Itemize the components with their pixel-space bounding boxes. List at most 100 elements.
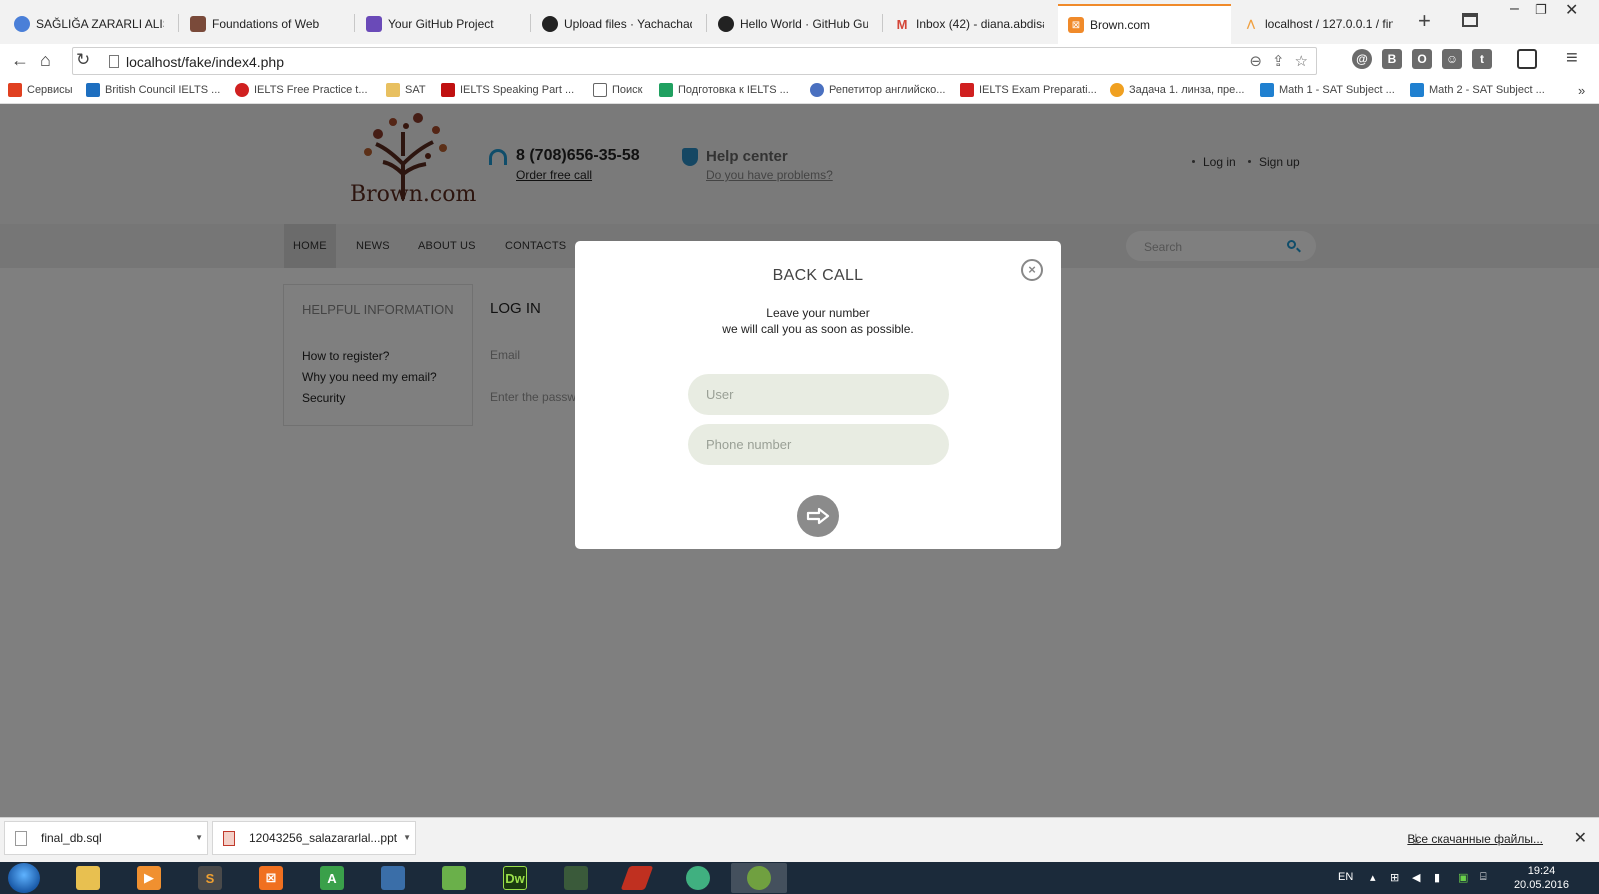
menu-icon[interactable]: ≡ bbox=[1566, 48, 1578, 68]
phone-field[interactable] bbox=[688, 424, 949, 465]
reload-icon[interactable]: ↻ bbox=[76, 50, 90, 70]
network-icon[interactable]: ⌸ bbox=[1480, 871, 1487, 884]
user-field[interactable] bbox=[688, 374, 949, 415]
taskbar-dreamweaver[interactable]: Dw bbox=[487, 863, 543, 893]
bookmark-item[interactable]: Сервисы bbox=[8, 83, 73, 97]
file-icon bbox=[15, 830, 27, 846]
taskbar-sublime[interactable]: S bbox=[182, 863, 238, 893]
home-icon[interactable]: ⌂ bbox=[40, 50, 51, 70]
feather-icon bbox=[620, 866, 654, 890]
taskbar-a-app[interactable]: A bbox=[304, 863, 360, 893]
bookmark-item[interactable]: Math 1 - SAT Subject ... bbox=[1260, 83, 1395, 97]
chat-icon[interactable] bbox=[1517, 49, 1537, 69]
system-clock[interactable]: 19:24 20.05.2016 bbox=[1514, 864, 1569, 892]
bookmark-favicon-icon bbox=[86, 83, 100, 97]
person-icon bbox=[190, 16, 206, 32]
minimize-icon[interactable]: – bbox=[1510, 0, 1519, 20]
bookmark-item[interactable]: Поиск bbox=[593, 83, 642, 97]
github-icon bbox=[542, 16, 558, 32]
taskbar-atom[interactable] bbox=[670, 863, 726, 893]
media-player-icon: ▶ bbox=[137, 866, 161, 890]
tab-5[interactable]: M Inbox (42) - diana.abdisa bbox=[884, 4, 1054, 44]
bookmarks-bar: Сервисы British Council IELTS ... IELTS … bbox=[0, 78, 1599, 104]
taskbar-android-studio[interactable] bbox=[731, 863, 787, 893]
bookmark-label: IELTS Speaking Part ... bbox=[460, 84, 575, 96]
bookmark-favicon-icon bbox=[810, 83, 824, 97]
battery-icon[interactable]: ▣ bbox=[1458, 871, 1468, 884]
new-tab-plus-icon[interactable]: + bbox=[1418, 10, 1431, 32]
signal-icon[interactable]: ▮ bbox=[1434, 871, 1440, 884]
back-call-modal: × BACK CALL Leave your number we will ca… bbox=[575, 241, 1061, 549]
chevron-down-icon[interactable]: ▼ bbox=[403, 833, 411, 842]
bookmark-favicon-icon bbox=[441, 83, 455, 97]
b-extension-icon[interactable]: B bbox=[1382, 49, 1402, 69]
volume-icon[interactable]: ◀ bbox=[1412, 871, 1420, 884]
web-page: Brown.com 8 (708)656-35-58 Order free ca… bbox=[0, 104, 1599, 817]
taskbar-python[interactable] bbox=[365, 863, 421, 893]
download-item[interactable]: final_db.sql ▼ bbox=[4, 821, 208, 855]
back-arrow-icon[interactable]: ← bbox=[11, 50, 29, 70]
bookmark-item[interactable]: IELTS Exam Preparati... bbox=[960, 83, 1097, 97]
tray-up-arrow-icon[interactable]: ▴ bbox=[1370, 871, 1376, 884]
bookmark-item[interactable]: IELTS Speaking Part ... bbox=[441, 83, 574, 97]
more-bookmarks-icon[interactable]: » bbox=[1578, 83, 1585, 98]
tab-2[interactable]: Your GitHub Project bbox=[356, 4, 526, 44]
bookmark-item[interactable]: Math 2 - SAT Subject ... bbox=[1410, 83, 1545, 97]
tab-divider bbox=[354, 14, 355, 32]
ppt-file-icon bbox=[223, 830, 235, 846]
bookmark-favicon-icon bbox=[386, 83, 400, 97]
windows-flag-icon[interactable]: ⊞ bbox=[1390, 871, 1399, 884]
tab-1[interactable]: Foundations of Web bbox=[180, 4, 350, 44]
tab-0[interactable]: SAĞLIĞA ZARARLI ALIŞKA bbox=[4, 4, 174, 44]
language-indicator[interactable]: EN bbox=[1338, 871, 1353, 883]
notepad-icon bbox=[442, 866, 466, 890]
bookmark-label: Репетитор английско... bbox=[829, 84, 946, 96]
tab-divider bbox=[882, 14, 883, 32]
start-button[interactable] bbox=[8, 863, 40, 893]
tab-list-icon[interactable] bbox=[1462, 13, 1478, 27]
windows-taskbar: ▶ S ⊠ A Dw EN ▴ ⊞ ◀ ▮ ▣ ⌸ 19:24 20.05.20… bbox=[0, 862, 1599, 894]
taskbar-feather[interactable] bbox=[609, 863, 665, 893]
close-window-icon[interactable]: ✕ bbox=[1565, 0, 1578, 20]
bookmark-item[interactable]: IELTS Free Practice t... bbox=[235, 83, 368, 97]
tab-6-active[interactable]: ⊠ Brown.com bbox=[1058, 4, 1231, 44]
bookmark-item[interactable]: Подготовка к IELTS ... bbox=[659, 83, 789, 97]
tab-3[interactable]: Upload files · Yachachadi bbox=[532, 4, 702, 44]
face-extension-icon[interactable]: ☺ bbox=[1442, 49, 1462, 69]
dreamweaver-icon: Dw bbox=[503, 866, 527, 890]
bookmark-favicon-icon bbox=[1110, 83, 1124, 97]
taskbar-terminal[interactable] bbox=[548, 863, 604, 893]
clock-time: 19:24 bbox=[1527, 865, 1556, 877]
share-icon[interactable]: ⇪ bbox=[1272, 52, 1285, 70]
address-bar[interactable]: ↻ localhost/fake/index4.php ⊖ ⇪ ☆ bbox=[72, 47, 1317, 75]
restore-icon[interactable]: ❐ bbox=[1535, 2, 1547, 22]
bookmark-favicon-icon bbox=[235, 83, 249, 97]
bookmark-item[interactable]: Репетитор английско... bbox=[810, 83, 945, 97]
tab-7[interactable]: ⋀ localhost / 127.0.0.1 / fina bbox=[1233, 4, 1403, 44]
download-item[interactable]: 12043256_salazararlal...ppt ▼ bbox=[212, 821, 416, 855]
email-extension-icon[interactable]: @ bbox=[1352, 49, 1372, 69]
taskbar-media-player[interactable]: ▶ bbox=[121, 863, 177, 893]
bookmark-item[interactable]: Задача 1. линза, пре... bbox=[1110, 83, 1244, 97]
bookmark-item[interactable]: SAT bbox=[386, 83, 426, 97]
bookmark-star-icon[interactable]: ☆ bbox=[1295, 52, 1308, 70]
download-filename: 12043256_salazararlal...ppt bbox=[249, 831, 398, 845]
zoom-out-icon[interactable]: ⊖ bbox=[1249, 52, 1262, 70]
submit-button[interactable] bbox=[797, 495, 839, 537]
taskbar-notepad[interactable] bbox=[426, 863, 482, 893]
chevron-down-icon[interactable]: ▼ bbox=[195, 833, 203, 842]
show-all-downloads-link[interactable]: Все скачанные файлы... bbox=[1407, 832, 1543, 846]
url-text[interactable]: localhost/fake/index4.php bbox=[126, 54, 284, 70]
close-downloads-icon[interactable]: ✕ bbox=[1574, 828, 1587, 848]
bookmark-label: Задача 1. линза, пре... bbox=[1129, 84, 1245, 96]
bookmark-item[interactable]: British Council IELTS ... bbox=[86, 83, 220, 97]
ok-extension-icon[interactable]: О bbox=[1412, 49, 1432, 69]
taskbar-explorer[interactable] bbox=[60, 863, 116, 893]
gmail-icon: M bbox=[896, 16, 908, 32]
globe-icon bbox=[14, 16, 30, 32]
taskbar-xampp[interactable]: ⊠ bbox=[243, 863, 299, 893]
twitter-extension-icon[interactable]: t bbox=[1472, 49, 1492, 69]
tab-4[interactable]: Hello World · GitHub Gui bbox=[708, 4, 878, 44]
terminal-icon bbox=[564, 866, 588, 890]
bookmark-label: British Council IELTS ... bbox=[105, 84, 221, 96]
